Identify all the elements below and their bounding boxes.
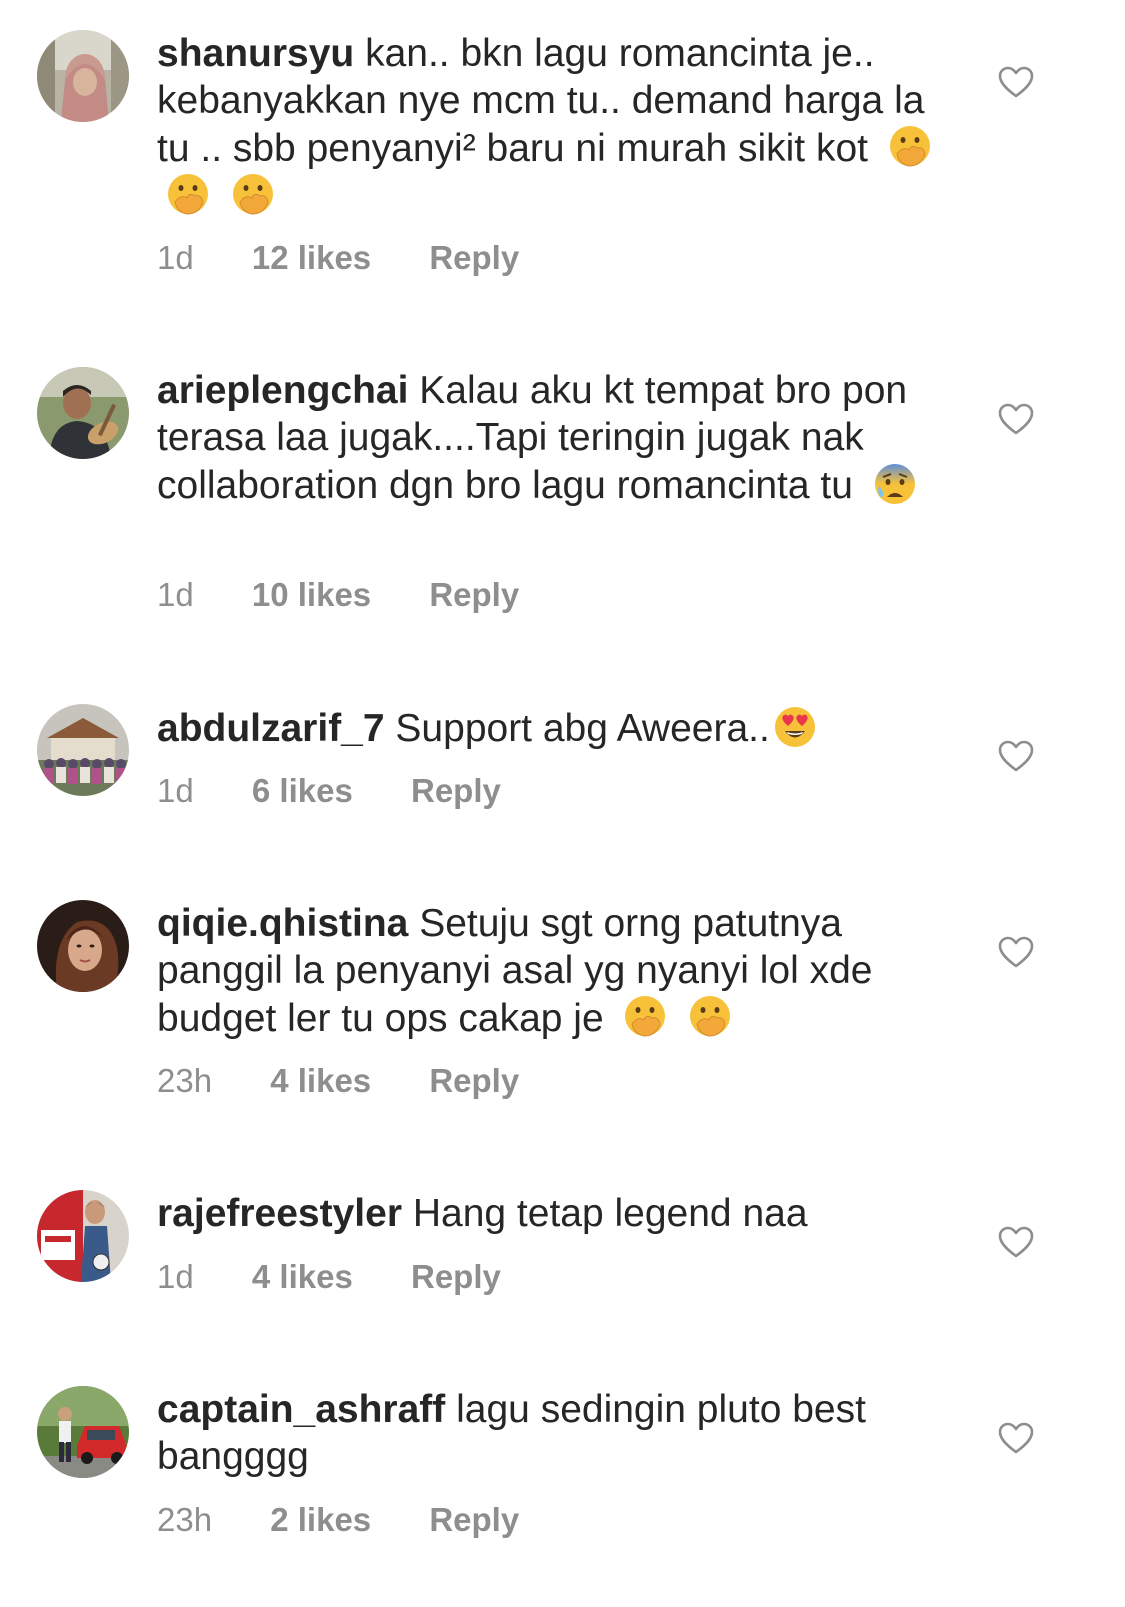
- reply-button[interactable]: Reply: [429, 238, 519, 278]
- user-avatar[interactable]: [37, 367, 129, 459]
- comment-meta: 1d 6 likes Reply: [157, 771, 501, 811]
- comment-timestamp: 1d: [157, 772, 194, 809]
- comment-likes[interactable]: 10 likes: [252, 575, 371, 615]
- comment-timestamp: 23h: [157, 1062, 213, 1099]
- comment-text: qiqie.qhistina Setuju sgt orng patutnya …: [157, 900, 937, 1042]
- user-avatar[interactable]: [37, 704, 129, 796]
- comment-likes[interactable]: 12 likes: [252, 238, 371, 278]
- hand-over-mouth-emoji-icon: [165, 172, 211, 218]
- reply-button[interactable]: Reply: [429, 1061, 519, 1101]
- reply-button[interactable]: Reply: [411, 1257, 501, 1297]
- comment-meta: 1d 10 likes Reply: [157, 575, 519, 615]
- comment-text: rajefreestyler Hang tetap legend naa: [157, 1190, 937, 1237]
- comment-text: arieplengchai Kalau aku kt tempat bro po…: [157, 367, 937, 509]
- comment-username[interactable]: abdulzarif_7: [157, 707, 385, 750]
- heart-outline-icon[interactable]: [997, 935, 1035, 969]
- reply-button[interactable]: Reply: [411, 771, 501, 811]
- comment-username[interactable]: captain_ashraff: [157, 1388, 445, 1431]
- user-avatar[interactable]: [37, 30, 129, 122]
- comment-body: Support abg Aweera..: [395, 707, 770, 750]
- comment-body: Hang tetap legend naa: [412, 1192, 808, 1235]
- comment-username[interactable]: shanursyu: [157, 32, 354, 75]
- heart-eyes-emoji-icon: [772, 704, 818, 750]
- comment-username[interactable]: arieplengchai: [157, 369, 408, 412]
- comment-text: shanursyu kan.. bkn lagu romancinta je..…: [157, 30, 937, 220]
- heart-outline-icon[interactable]: [997, 402, 1035, 436]
- comment-meta: 23h 4 likes Reply: [157, 1061, 519, 1101]
- comment-likes[interactable]: 6 likes: [252, 771, 353, 811]
- user-avatar[interactable]: [37, 1386, 129, 1478]
- comment-timestamp: 23h: [157, 1501, 213, 1538]
- hand-over-mouth-emoji-icon: [622, 994, 668, 1040]
- heart-outline-icon[interactable]: [997, 1225, 1035, 1259]
- heart-outline-icon[interactable]: [997, 1421, 1035, 1455]
- hand-over-mouth-emoji-icon: [687, 994, 733, 1040]
- reply-button[interactable]: Reply: [429, 575, 519, 615]
- comment-meta: 23h 2 likes Reply: [157, 1500, 519, 1540]
- comment-timestamp: 1d: [157, 1258, 194, 1295]
- comment-text: captain_ashraff lagu sedingin pluto best…: [157, 1386, 937, 1480]
- comment-text: abdulzarif_7 Support abg Aweera..: [157, 704, 937, 752]
- anxious-face-with-sweat-emoji-icon: [872, 461, 918, 507]
- comment-username[interactable]: rajefreestyler: [157, 1192, 402, 1235]
- hand-over-mouth-emoji-icon: [887, 124, 933, 170]
- reply-button[interactable]: Reply: [429, 1500, 519, 1540]
- comment-likes[interactable]: 4 likes: [252, 1257, 353, 1297]
- user-avatar[interactable]: [37, 900, 129, 992]
- comment-likes[interactable]: 4 likes: [270, 1061, 371, 1101]
- hand-over-mouth-emoji-icon: [230, 172, 276, 218]
- comment-meta: 1d 4 likes Reply: [157, 1257, 501, 1297]
- heart-outline-icon[interactable]: [997, 739, 1035, 773]
- comment-likes[interactable]: 2 likes: [270, 1500, 371, 1540]
- user-avatar[interactable]: [37, 1190, 129, 1282]
- comment-meta: 1d 12 likes Reply: [157, 238, 519, 278]
- comment-timestamp: 1d: [157, 576, 194, 613]
- heart-outline-icon[interactable]: [997, 65, 1035, 99]
- comment-username[interactable]: qiqie.qhistina: [157, 902, 408, 945]
- comment-timestamp: 1d: [157, 239, 194, 276]
